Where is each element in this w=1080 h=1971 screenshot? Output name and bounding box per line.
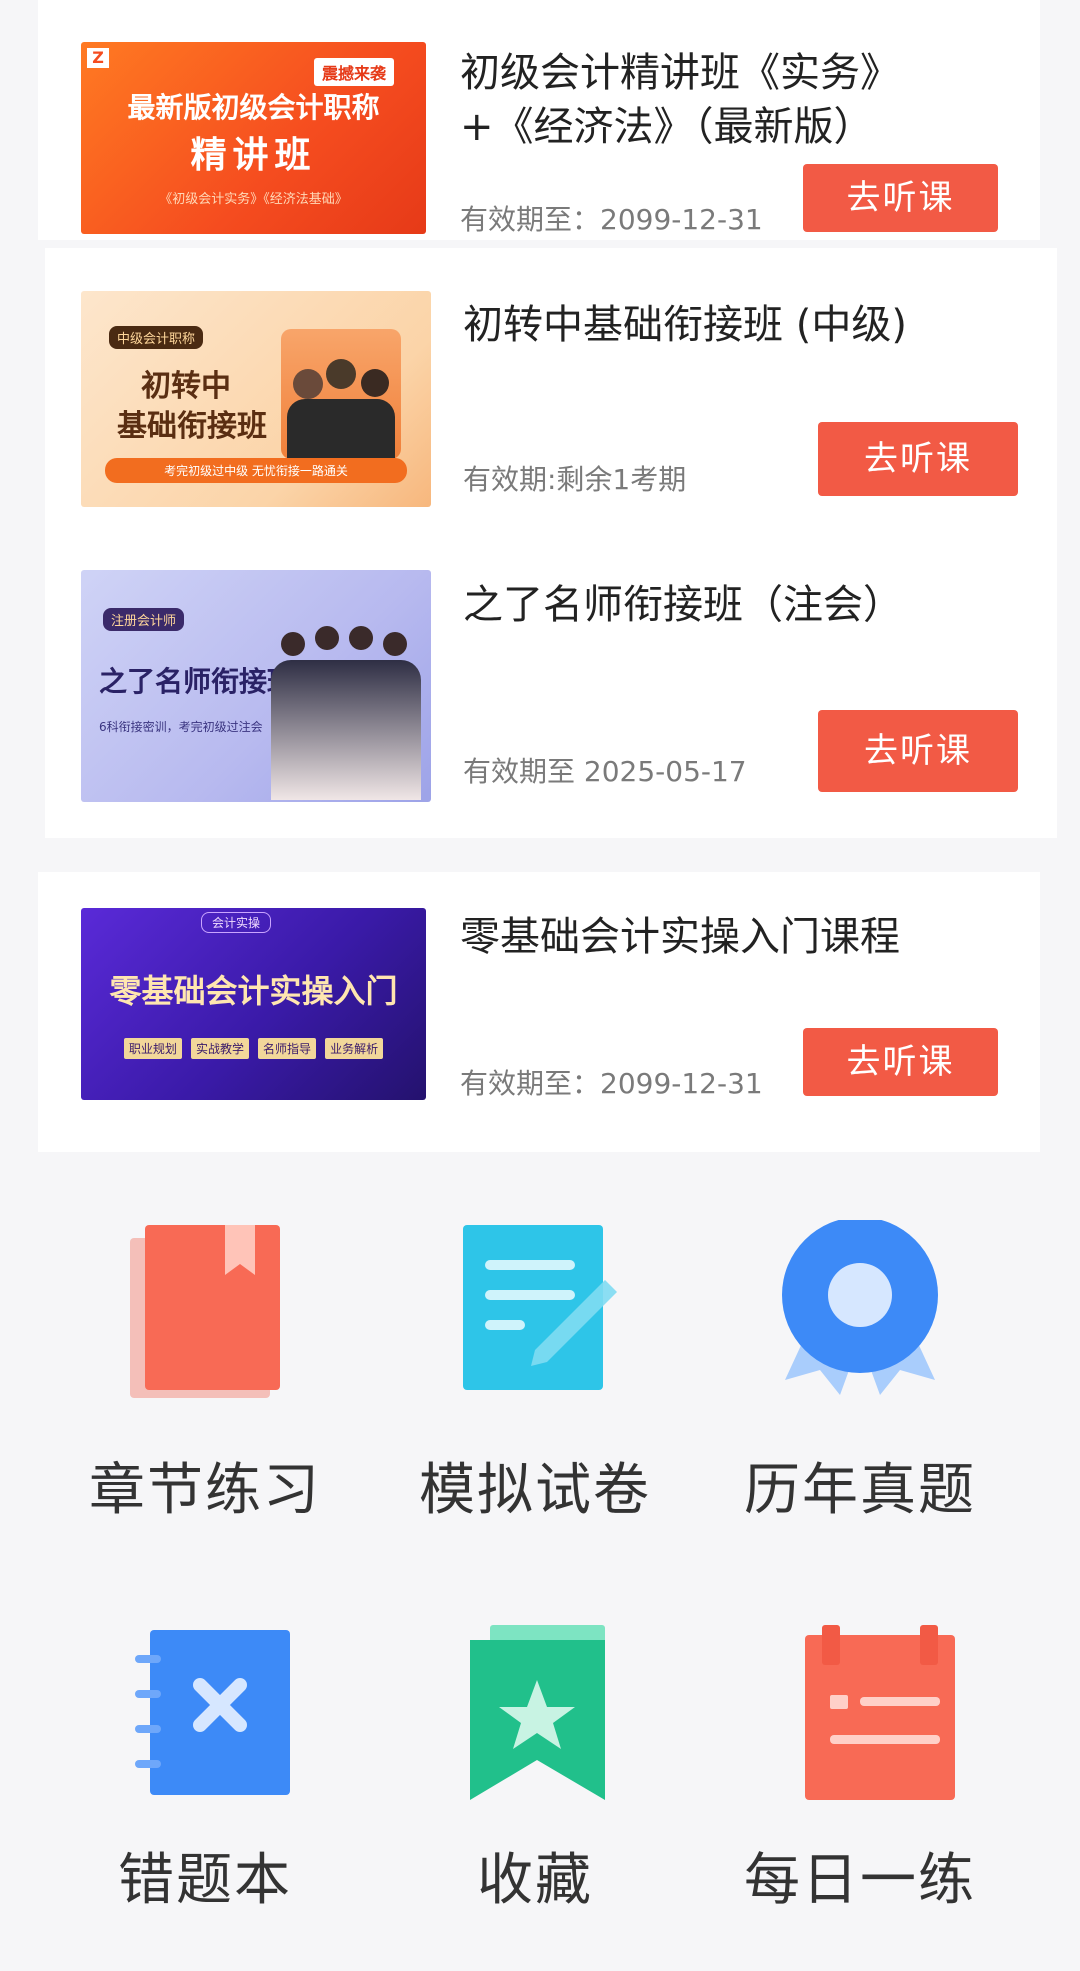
grid-label: 收藏 xyxy=(477,1848,593,1913)
course-title-1[interactable]: 初级会计精讲班《实务》+《经济法》（最新版） xyxy=(460,46,930,154)
grid-favorites[interactable]: 收藏 xyxy=(395,1610,675,1930)
teacher-group-photo xyxy=(271,622,426,800)
bookmark-book-icon xyxy=(130,1225,280,1398)
course-thumbnail-1[interactable]: Z 震撼来袭 最新版初级会计职称 精讲班 《初级会计实务》《经济法基础》 xyxy=(81,42,426,234)
grid-label: 章节练习 xyxy=(89,1458,321,1523)
thumb-sub: 《初级会计实务》《经济法基础》 xyxy=(159,192,348,207)
medal-icon xyxy=(782,1220,938,1395)
thumb-line-1: 初转中 xyxy=(141,369,231,404)
course-validity-4: 有效期至：2099-12-31 xyxy=(460,1067,763,1100)
logo-icon: Z xyxy=(87,48,109,68)
course-card-4[interactable]: 会计实操 零基础会计实操入门 职业规划 实战教学 名师指导 业务解析 零基础会计… xyxy=(38,872,1040,1152)
course-title-2[interactable]: 初转中基础衔接班 (中级) xyxy=(463,298,1023,352)
grid-label: 错题本 xyxy=(118,1848,292,1913)
thumb-tag: 实战教学 xyxy=(190,1038,249,1059)
thumb-tag: 名师指导 xyxy=(258,1038,317,1059)
calendar-icon xyxy=(805,1625,955,1800)
course-card-1[interactable]: Z 震撼来袭 最新版初级会计职称 精讲班 《初级会计实务》《经济法基础》 初级会… xyxy=(38,0,1040,240)
thumb-sub: 6科衔接密训，考完初级过注会 xyxy=(99,720,263,734)
star-bookmark-icon xyxy=(470,1625,605,1800)
course-thumbnail-3[interactable]: 注册会计师 之了名师衔接班 6科衔接密训，考完初级过注会 xyxy=(81,570,431,802)
grid-label: 模拟试卷 xyxy=(419,1458,651,1523)
course-validity-3: 有效期至 2025-05-17 xyxy=(463,755,747,788)
course-validity-2: 有效期:剩余1考期 xyxy=(463,463,687,496)
listen-button-4[interactable]: 去听课 xyxy=(803,1028,998,1096)
grid-label: 每日一练 xyxy=(744,1848,976,1913)
thumb-badge: 中级会计职称 xyxy=(109,326,204,349)
course-title-3[interactable]: 之了名师衔接班（注会） xyxy=(463,578,1023,632)
grid-label: 历年真题 xyxy=(744,1458,976,1523)
course-thumbnail-2[interactable]: 中级会计职称 初转中 基础衔接班 考完初级过中级 无忧衔接一路通关 xyxy=(81,291,431,507)
thumb-tag: 业务解析 xyxy=(325,1038,384,1059)
listen-button-2[interactable]: 去听课 xyxy=(818,422,1018,496)
thumb-badge: 震撼来袭 xyxy=(313,58,394,86)
thumb-line-2: 精讲班 xyxy=(190,135,317,176)
thumb-line-2: 基础衔接班 xyxy=(117,409,267,444)
thumb-line-1: 零基础会计实操入门 xyxy=(109,972,398,1010)
document-pen-icon xyxy=(463,1225,617,1390)
thumb-tags: 职业规划 实战教学 名师指导 业务解析 xyxy=(81,1038,426,1059)
error-book-icon xyxy=(135,1630,290,1795)
thumb-line-1: 之了名师衔接班 xyxy=(99,665,296,698)
course-panel: 中级会计职称 初转中 基础衔接班 考完初级过中级 无忧衔接一路通关 初转中基础衔… xyxy=(45,248,1057,838)
thumb-sub: 考完初级过中级 无忧衔接一路通关 xyxy=(105,458,407,483)
course-title-4[interactable]: 零基础会计实操入门课程 xyxy=(460,910,1020,964)
course-validity-1: 有效期至：2099-12-31 xyxy=(460,203,763,236)
listen-button-1[interactable]: 去听课 xyxy=(803,164,998,232)
thumb-line-1: 最新版初级会计职称 xyxy=(127,91,380,124)
grid-past-papers[interactable]: 历年真题 xyxy=(720,1210,1000,1530)
grid-mock-exam[interactable]: 模拟试卷 xyxy=(395,1210,675,1530)
grid-error-book[interactable]: 错题本 xyxy=(65,1610,345,1930)
thumb-badge: 注册会计师 xyxy=(103,608,185,631)
listen-button-3[interactable]: 去听课 xyxy=(818,710,1018,792)
teacher-photo xyxy=(281,329,401,459)
course-thumbnail-4[interactable]: 会计实操 零基础会计实操入门 职业规划 实战教学 名师指导 业务解析 xyxy=(81,908,426,1100)
thumb-badge: 会计实操 xyxy=(201,912,272,933)
grid-daily-practice[interactable]: 每日一练 xyxy=(720,1610,1000,1930)
grid-chapter-practice[interactable]: 章节练习 xyxy=(65,1210,345,1530)
thumb-tag: 职业规划 xyxy=(123,1038,182,1059)
